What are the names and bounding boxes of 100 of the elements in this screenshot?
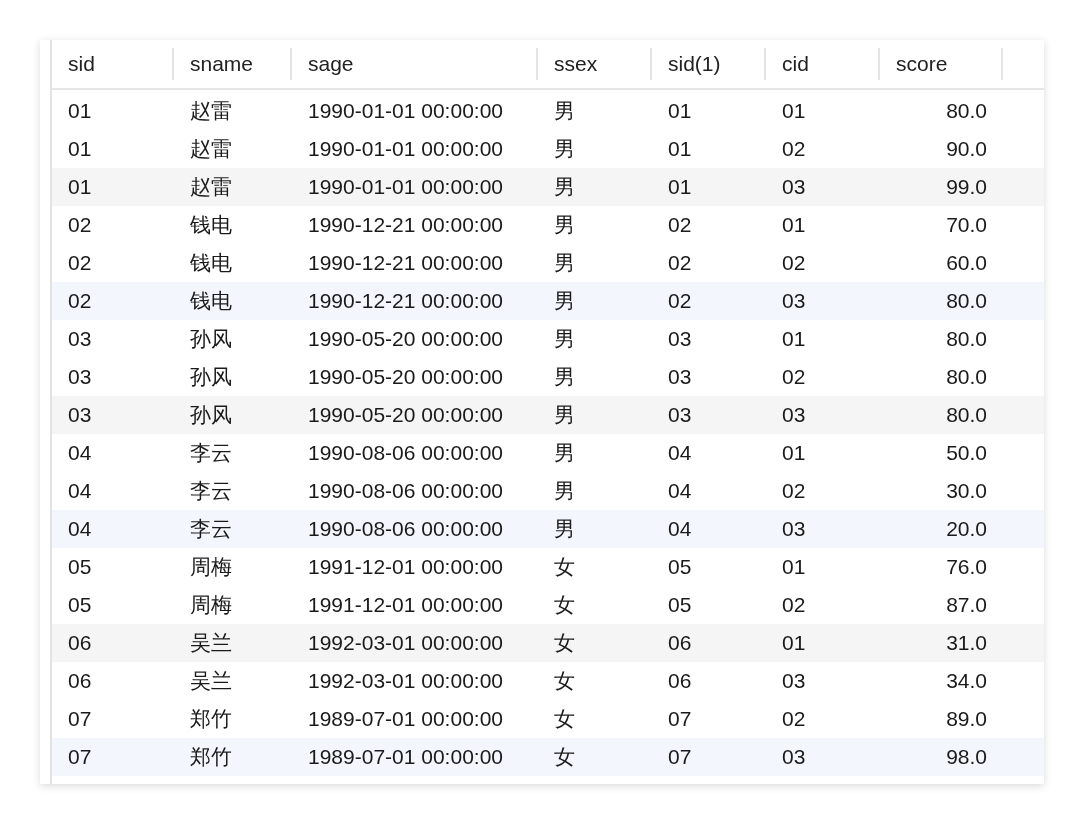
table-cell-text: 02 bbox=[782, 250, 806, 277]
table-cell-text: 1990-05-20 00:00:00 bbox=[308, 364, 503, 391]
table-cell-text: 吴兰 bbox=[190, 668, 232, 695]
column-header[interactable]: sid(1) bbox=[652, 48, 766, 80]
table-cell-text: 赵雷 bbox=[190, 136, 232, 163]
table-row[interactable]: 04 李云 1990-08-06 00:00:00 男 04 03 20.0 bbox=[52, 510, 1044, 548]
table-cell-text: 01 bbox=[68, 136, 92, 163]
table-cell-text: 1990-08-06 00:00:00 bbox=[308, 516, 503, 543]
column-header[interactable]: sid bbox=[52, 48, 174, 80]
table-cell-text: 01 bbox=[782, 326, 806, 353]
table-cell-text: 80.0 bbox=[946, 288, 987, 315]
table-cell-text: 男 bbox=[554, 174, 575, 201]
table-cell-text: 03 bbox=[782, 516, 806, 543]
table-cell-text: 80.0 bbox=[946, 402, 987, 429]
table-cell-text: 孙风 bbox=[190, 364, 232, 391]
table-cell-text: 02 bbox=[668, 212, 692, 239]
column-header[interactable]: cid bbox=[766, 48, 880, 80]
table-cell-text: 30.0 bbox=[946, 478, 987, 505]
table-cell-text: 04 bbox=[68, 516, 92, 543]
table-cell-text: 60.0 bbox=[946, 250, 987, 277]
table-cell-text: 郑竹 bbox=[190, 706, 232, 733]
table-cell-text: 1989-07-01 00:00:00 bbox=[308, 744, 503, 771]
column-header[interactable]: ssex bbox=[538, 48, 652, 80]
table-cell-text: 郑竹 bbox=[190, 744, 232, 771]
table-cell-text: 03 bbox=[782, 174, 806, 201]
table-cell-text: 男 bbox=[554, 516, 575, 543]
column-header[interactable]: sage bbox=[292, 48, 538, 80]
column-header[interactable]: score bbox=[880, 48, 1003, 80]
table-cell-text: 01 bbox=[782, 554, 806, 581]
table-cell-text: 01 bbox=[782, 440, 806, 467]
table-cell-text: 02 bbox=[782, 478, 806, 505]
table-cell-text: 1990-12-21 00:00:00 bbox=[308, 212, 503, 239]
table-row[interactable]: 07 郑竹 1989-07-01 00:00:00 女 07 03 98.0 bbox=[52, 738, 1044, 776]
table-cell-text: 03 bbox=[668, 326, 692, 353]
table-cell-text: 02 bbox=[782, 364, 806, 391]
table-cell-text: 03 bbox=[68, 326, 92, 353]
table-cell-text: 01 bbox=[782, 630, 806, 657]
table-cell-text: 90.0 bbox=[946, 136, 987, 163]
table-cell-text: 05 bbox=[68, 592, 92, 619]
table-cell-text: 01 bbox=[668, 174, 692, 201]
table-row[interactable]: 06 吴兰 1992-03-01 00:00:00 女 06 01 31.0 bbox=[52, 624, 1044, 662]
table-cell-text: 1990-05-20 00:00:00 bbox=[308, 326, 503, 353]
table-cell-text: 男 bbox=[554, 402, 575, 429]
table-cell-text: 赵雷 bbox=[190, 98, 232, 125]
table-cell-text: 02 bbox=[782, 706, 806, 733]
table-cell-text: 钱电 bbox=[190, 288, 232, 315]
table-cell-text: 07 bbox=[68, 744, 92, 771]
table-cell-text: 02 bbox=[782, 592, 806, 619]
table-cell-text: 女 bbox=[554, 554, 575, 581]
table-cell-text: 赵雷 bbox=[190, 174, 232, 201]
column-header[interactable]: sname bbox=[174, 48, 292, 80]
table-cell-text: 1992-03-01 00:00:00 bbox=[308, 668, 503, 695]
table-cell-text: 男 bbox=[554, 98, 575, 125]
table-cell-text: 03 bbox=[782, 402, 806, 429]
table-cell-text: 男 bbox=[554, 440, 575, 467]
table-cell-text: 04 bbox=[668, 516, 692, 543]
table-cell-text: 02 bbox=[68, 212, 92, 239]
table-cell-text: 20.0 bbox=[946, 516, 987, 543]
table-cell-text: 03 bbox=[668, 364, 692, 391]
table-cell-text: 女 bbox=[554, 744, 575, 771]
table-cell-text: 周梅 bbox=[190, 592, 232, 619]
table-cell-text: 李云 bbox=[190, 440, 232, 467]
table-cell-text: 钱电 bbox=[190, 250, 232, 277]
table-cell-text: 03 bbox=[68, 364, 92, 391]
table-cell-text: 70.0 bbox=[946, 212, 987, 239]
table-cell-text: 07 bbox=[668, 744, 692, 771]
table-cell-text: 05 bbox=[668, 592, 692, 619]
table-cell-text: 02 bbox=[782, 136, 806, 163]
table-cell-text: 99.0 bbox=[946, 174, 987, 201]
table-cell-text: 01 bbox=[68, 174, 92, 201]
table-cell-text: 吴兰 bbox=[190, 630, 232, 657]
table-cell-text: 男 bbox=[554, 326, 575, 353]
table-cell-text: 男 bbox=[554, 136, 575, 163]
table-cell-text: 周梅 bbox=[190, 554, 232, 581]
table-cell-text: 01 bbox=[668, 98, 692, 125]
table-cell-text: 1990-01-01 00:00:00 bbox=[308, 136, 503, 163]
table-cell-text: 1991-12-01 00:00:00 bbox=[308, 554, 503, 581]
table-cell-text: 1992-03-01 00:00:00 bbox=[308, 630, 503, 657]
table-cell-text: 06 bbox=[668, 668, 692, 695]
table-cell-text: 05 bbox=[68, 554, 92, 581]
table-cell-text: 07 bbox=[68, 706, 92, 733]
table-cell-text: 80.0 bbox=[946, 364, 987, 391]
table-row[interactable]: 03 孙风 1990-05-20 00:00:00 男 03 03 80.0 bbox=[52, 396, 1044, 434]
table-cell-text: 1991-12-01 00:00:00 bbox=[308, 592, 503, 619]
table-cell-text: 50.0 bbox=[946, 440, 987, 467]
table-cell-text: 06 bbox=[668, 630, 692, 657]
table-cell-text: 男 bbox=[554, 212, 575, 239]
table-cell-text: 07 bbox=[668, 706, 692, 733]
table-cell-text: 李云 bbox=[190, 516, 232, 543]
table-cell-text: 1990-08-06 00:00:00 bbox=[308, 478, 503, 505]
table-cell-text: 31.0 bbox=[946, 630, 987, 657]
table-cell-text: 04 bbox=[668, 478, 692, 505]
table-cell-text: 76.0 bbox=[946, 554, 987, 581]
table-cell-text: 02 bbox=[68, 250, 92, 277]
table-row[interactable]: 01 赵雷 1990-01-01 00:00:00 男 01 03 99.0 bbox=[52, 168, 1044, 206]
table-cell-text: 04 bbox=[68, 478, 92, 505]
table-cell-text: 01 bbox=[68, 98, 92, 125]
table-cell-text: 89.0 bbox=[946, 706, 987, 733]
table-cell-text: 02 bbox=[68, 288, 92, 315]
table-row[interactable]: 02 钱电 1990-12-21 00:00:00 男 02 03 80.0 bbox=[52, 282, 1044, 320]
